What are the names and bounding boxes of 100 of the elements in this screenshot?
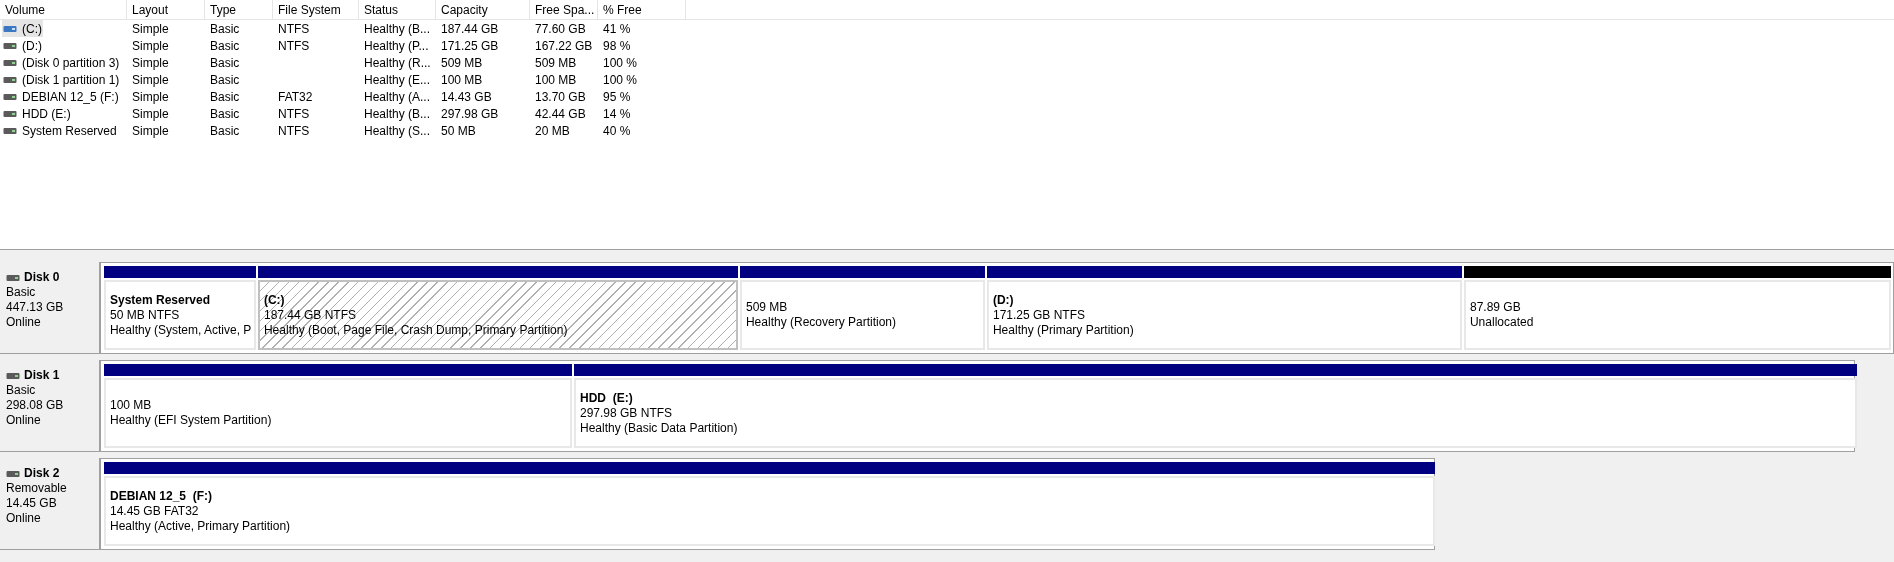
- disk-type: Basic: [6, 383, 37, 398]
- list-entry[interactable]: (Disk 0 partition 3): [2, 54, 121, 71]
- table-cell-text: Healthy (R...: [363, 54, 432, 72]
- table-cell-text: Basic: [209, 88, 241, 106]
- disk-size: 447.13 GB: [6, 300, 65, 315]
- column-header[interactable]: Volume: [0, 0, 127, 19]
- partition-status: Healthy (Primary Partition): [992, 322, 1135, 338]
- table-cell-text: 14 %: [602, 105, 632, 123]
- table-cell-text: NTFS: [277, 122, 311, 140]
- drive-icon: [3, 109, 17, 118]
- table-cell-text: Healthy (B...: [363, 105, 432, 123]
- table-cell-text: NTFS: [277, 105, 311, 123]
- partition-status: Healthy (System, Active, P: [109, 322, 250, 338]
- drive-icon: [3, 41, 17, 50]
- list-entry[interactable]: (D:): [2, 37, 43, 54]
- disk-label[interactable]: Disk 0 Basic 447.13 GB Online: [0, 262, 100, 354]
- list-entry[interactable]: (C:): [2, 20, 43, 37]
- partition-status: Healthy (Active, Primary Partition): [110, 518, 292, 534]
- table-cell-text: Healthy (E...: [363, 71, 432, 89]
- column-header[interactable]: Layout: [127, 0, 205, 19]
- list-entry[interactable]: DEBIAN 12_5 (F:): [2, 88, 120, 105]
- drive-icon: [3, 24, 17, 33]
- disk-type: Basic: [6, 285, 37, 300]
- partition-name: (C:): [263, 292, 286, 308]
- table-cell-text: NTFS: [277, 20, 311, 38]
- disk-label[interactable]: Disk 1 Basic 298.08 GB Online: [0, 360, 100, 452]
- table-cell-text: 98 %: [602, 37, 632, 55]
- table-cell-text: Simple: [131, 122, 170, 140]
- disk-name: Disk 2: [24, 466, 60, 481]
- disk-label[interactable]: Disk 2 Removable 14.45 GB Online: [0, 458, 100, 550]
- table-cell-text: 509 MB: [440, 54, 484, 72]
- disk-size: 14.45 GB: [6, 496, 58, 511]
- table-cell-text: Healthy (P...: [363, 37, 430, 55]
- table-cell-text: Simple: [131, 37, 170, 55]
- drive-icon: [6, 273, 20, 282]
- disk-type: Removable: [6, 481, 68, 496]
- column-header[interactable]: % Free: [598, 0, 686, 19]
- table-cell-text: 100 MB: [440, 71, 484, 89]
- table-cell-text: Healthy (A...: [363, 88, 432, 106]
- partition-size: 100 MB: [110, 398, 153, 413]
- partition-name: (D:): [992, 292, 1015, 308]
- disk-name: Disk 0: [24, 270, 60, 285]
- column-header[interactable]: File System: [273, 0, 359, 19]
- list-entry[interactable]: HDD (E:): [2, 105, 72, 122]
- column-header[interactable]: Capacity: [436, 0, 530, 19]
- partition-status: Healthy (Boot, Page File, Crash Dump, Primary Partition): [263, 322, 569, 338]
- table-cell-text: Simple: [131, 105, 170, 123]
- partition-size: 509 MB: [745, 300, 789, 315]
- table-cell-text: NTFS: [277, 37, 311, 55]
- partition-name: System Reserved: [109, 292, 211, 308]
- table-cell-text: 20 MB: [534, 122, 571, 140]
- table-cell-text: Simple: [131, 54, 170, 72]
- table-cell-text: Basic: [209, 122, 241, 140]
- table-cell-text: Basic: [209, 54, 241, 72]
- table-cell-text: Basic: [209, 37, 241, 55]
- list-entry[interactable]: System Reserved: [2, 122, 118, 139]
- drive-icon: [3, 126, 17, 135]
- table-cell-text: 14.43 GB: [440, 88, 493, 106]
- table-cell-text: 50 MB: [440, 122, 477, 140]
- table-cell-text: Healthy (B...: [363, 20, 432, 38]
- table-cell-text: 100 MB: [534, 71, 578, 89]
- table-cell-text: 100 %: [602, 71, 639, 89]
- column-header[interactable]: Status: [359, 0, 436, 19]
- drive-icon: [3, 92, 17, 101]
- column-header[interactable]: Type: [205, 0, 273, 19]
- table-cell-text: FAT32: [277, 88, 314, 106]
- disk-status: Online: [6, 413, 42, 428]
- table-cell-text: 187.44 GB: [440, 20, 500, 38]
- table-cell-text: 42.44 GB: [534, 105, 587, 123]
- partition-status: Healthy (Recovery Partition): [745, 315, 897, 330]
- table-cell-text: Simple: [131, 20, 170, 38]
- table-cell-text: 95 %: [602, 88, 632, 106]
- table-cell-text: Simple: [131, 88, 170, 106]
- table-cell-text: Healthy (S...: [363, 122, 432, 140]
- table-cell-text: 167.22 GB: [534, 37, 594, 55]
- partition-status: Healthy (Basic Data Partition): [580, 420, 739, 436]
- table-cell-text: Basic: [209, 71, 241, 89]
- column-header[interactable]: Free Spa...: [530, 0, 598, 19]
- partition-status: Healthy (EFI System Partition): [110, 413, 273, 428]
- partition-name: DEBIAN 12_5 (F:): [110, 488, 214, 504]
- partition-size: 297.98 GB NTFS: [580, 405, 674, 421]
- drive-icon: [3, 58, 17, 67]
- partition-size: 171.25 GB NTFS: [992, 307, 1086, 323]
- table-cell-text: 297.98 GB: [440, 105, 500, 123]
- drive-icon: [6, 469, 20, 478]
- partition-size: 187.44 GB NTFS: [263, 307, 357, 323]
- partition-status: Unallocated: [1469, 315, 1535, 330]
- disk-size: 298.08 GB: [6, 398, 65, 413]
- partition-size: 87.89 GB: [1469, 300, 1522, 315]
- table-cell-text: 40 %: [602, 122, 632, 140]
- disk-name: Disk 1: [24, 368, 60, 383]
- table-cell-text: 41 %: [602, 20, 632, 38]
- list-entry[interactable]: (Disk 1 partition 1): [2, 71, 121, 88]
- table-cell-text: 100 %: [602, 54, 639, 72]
- table-cell-text: 509 MB: [534, 54, 578, 72]
- table-cell-text: Basic: [209, 20, 241, 38]
- table-cell-text: Simple: [131, 71, 170, 89]
- table-cell-text: 77.60 GB: [534, 20, 587, 38]
- table-cell-text: 171.25 GB: [440, 37, 500, 55]
- disk-status: Online: [6, 511, 42, 526]
